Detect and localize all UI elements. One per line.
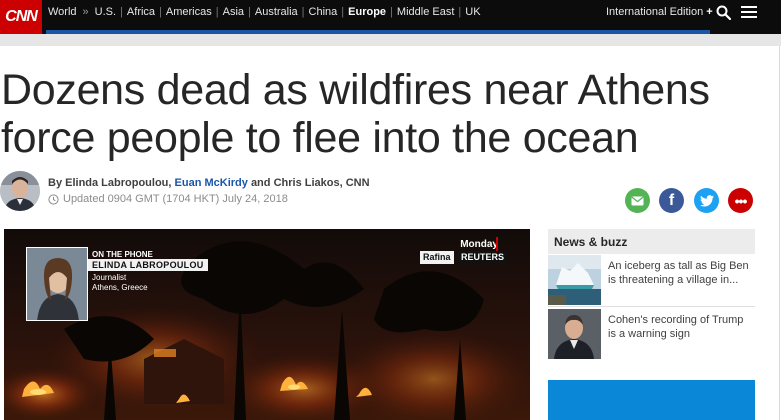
nav-separator: | [390,6,393,18]
edition-selector[interactable]: International Edition + [606,0,713,24]
nav-separator: | [215,6,219,18]
guest-photo [26,247,88,321]
guest-caption: Journalist Athens, Greece [92,273,148,293]
lower-third-label: ON THE PHONE [92,250,153,259]
header-divider-band [0,34,781,46]
nav-item-asia[interactable]: Asia [223,6,244,18]
more-icon: ••• [734,192,748,209]
share-more-button[interactable]: ••• [728,188,753,213]
nav-separator: | [248,6,251,18]
nav-section-world[interactable]: World [48,6,77,18]
article-headline: Dozens dead as wildfires near Athens for… [1,66,710,162]
sidebar-divider [548,306,755,307]
story-thumbnail[interactable] [548,255,601,305]
article-byline: By Elinda Labropoulou, Euan McKirdy and … [48,177,370,189]
source-caption: Monday Rafina REUTERS [416,235,512,264]
share-facebook-button[interactable]: f [659,188,684,213]
nav-item-africa[interactable]: Africa [127,6,155,18]
nav-item-europe[interactable]: Europe [348,6,386,18]
twitter-icon [699,194,714,207]
author-avatar [0,171,40,211]
edition-label: International Edition [606,6,704,18]
nav-item-us[interactable]: U.S. [95,6,116,18]
nav-separator: | [120,6,123,18]
clock-icon [48,193,59,205]
story-headline[interactable]: An iceberg as tall as Big Ben is threate… [608,259,753,287]
nav-separator: | [341,6,345,18]
email-icon [631,196,644,205]
share-twitter-button[interactable] [694,188,719,213]
sidebar-story-iceberg[interactable]: An iceberg as tall as Big Ben is threate… [548,255,755,307]
nav-separator: | [159,6,162,18]
byline-author-labropoulou: Elinda Labropoulou, [65,177,172,189]
top-navigation-bar: CNN World » U.S. | Africa | Americas | A… [0,0,781,34]
cnn-logo[interactable]: CNN [0,0,42,34]
video-place-label: Rafina [420,251,454,264]
nav-item-china[interactable]: China [309,6,338,18]
sidebar-story-cohen[interactable]: Cohen's recording of Trump is a warning … [548,309,755,361]
nav-item-australia[interactable]: Australia [255,6,298,18]
breadcrumb-chevron: » [82,6,89,18]
byline-author-liakos: Chris Liakos, CNN [273,177,370,189]
hamburger-menu-icon[interactable] [741,6,757,19]
section-nav: World » U.S. | Africa | Americas | Asia … [48,0,481,24]
search-icon[interactable] [716,5,731,20]
reuters-logo: REUTERS [458,251,508,264]
nav-item-americas[interactable]: Americas [166,6,212,18]
byline-conjunction: and [250,177,271,189]
nav-item-uk[interactable]: UK [465,6,480,18]
updated-text: Updated 0904 GMT (1704 HKT) July 24, 201… [63,193,288,205]
share-email-button[interactable] [625,188,650,213]
byline-author-mckirdy-link[interactable]: Euan McKirdy [175,177,248,189]
video-player[interactable]: ON THE PHONE ELINDA LABROPOULOU Journali… [4,229,530,420]
news-and-buzz-header: News & buzz [548,229,755,254]
advertisement-banner[interactable] [548,380,755,420]
facebook-icon: f [668,191,675,209]
guest-location: Athens, Greece [92,283,148,292]
guest-role: Journalist [92,273,127,282]
nav-separator: | [458,6,462,18]
updated-timestamp: Updated 0904 GMT (1704 HKT) July 24, 201… [48,193,288,205]
nav-separator: | [301,6,305,18]
story-headline[interactable]: Cohen's recording of Trump is a warning … [608,313,753,341]
byline-prefix: By [48,177,63,189]
video-day-label: Monday [460,239,498,250]
page-edge-divider [779,46,780,420]
story-thumbnail[interactable] [548,309,601,359]
guest-name-banner: ELINDA LABROPOULOU [88,259,208,271]
nav-item-middle-east[interactable]: Middle East [397,6,454,18]
edition-plus-icon: + [706,6,713,18]
